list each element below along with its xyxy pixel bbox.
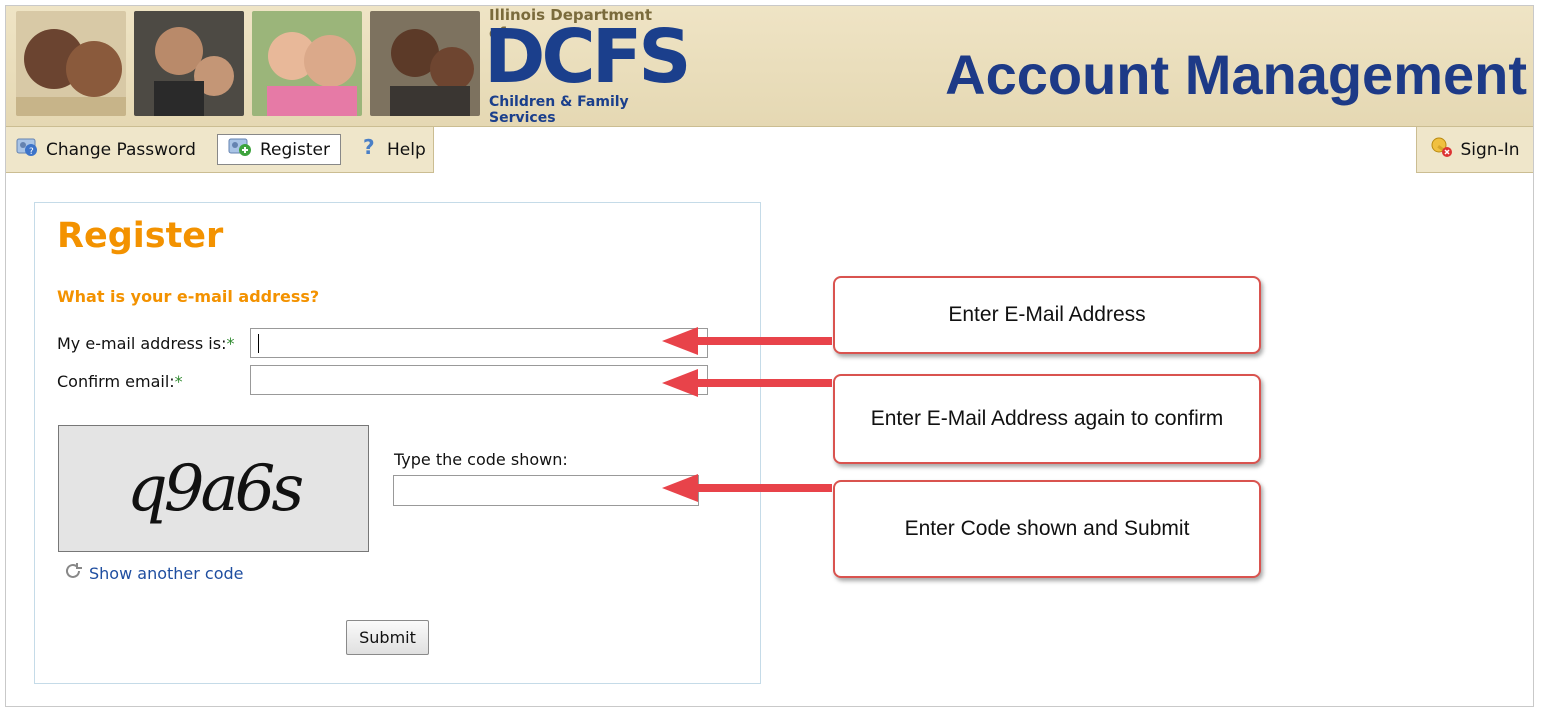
callout-confirm-text: Enter E-Mail Address again to confirm <box>870 407 1224 430</box>
svg-text:?: ? <box>363 136 375 158</box>
show-another-code-label: Show another code <box>89 563 244 583</box>
callout-email: Enter E-Mail Address <box>833 276 1261 354</box>
callout-code: Enter Code shown and Submit <box>833 480 1261 578</box>
email-question: What is your e-mail address? <box>57 287 320 306</box>
register-icon <box>228 137 252 162</box>
sign-in-icon <box>1430 136 1454 163</box>
nav-bar: ? Change Password Register ? Help Sign-I… <box>6 127 1533 173</box>
sign-in-label: Sign-In <box>1460 139 1520 160</box>
required-marker: * <box>226 334 235 353</box>
show-another-code-link[interactable]: Show another code <box>63 561 244 585</box>
nav-change-password[interactable]: ? Change Password <box>16 134 196 165</box>
submit-button[interactable]: Submit <box>346 620 429 655</box>
confirm-email-label: Confirm email:* <box>57 372 183 391</box>
help-icon: ? <box>361 135 379 163</box>
text-caret <box>258 334 259 353</box>
callout-email-text: Enter E-Mail Address <box>948 303 1146 326</box>
captcha-image: q9a6s <box>58 425 369 552</box>
code-label: Type the code shown: <box>394 450 568 469</box>
email-input[interactable] <box>250 328 708 358</box>
confirm-email-label-text: Confirm email: <box>57 372 175 391</box>
required-marker: * <box>174 372 183 391</box>
nav-change-password-label: Change Password <box>46 139 196 160</box>
dcfs-logo: Illinois Department of DCFS Children & F… <box>484 6 692 126</box>
nav-register-label: Register <box>260 139 330 160</box>
svg-text:?: ? <box>29 147 34 157</box>
change-password-icon: ? <box>16 137 38 162</box>
callout-code-text: Enter Code shown and Submit <box>904 517 1190 540</box>
nav-help[interactable]: ? Help <box>361 134 426 165</box>
nav-strip: ? Change Password Register ? Help <box>6 127 434 173</box>
nav-register[interactable]: Register <box>217 134 341 165</box>
logo-main-text: DCFS <box>484 14 692 100</box>
confirm-email-input[interactable] <box>250 365 708 395</box>
captcha-text: q9a6s <box>126 451 304 526</box>
family-photo-2 <box>134 11 244 116</box>
family-photo-3 <box>252 11 362 116</box>
header-banner: Illinois Department of DCFS Children & F… <box>6 6 1533 127</box>
register-panel: Register What is your e-mail address? My… <box>34 202 761 684</box>
callout-confirm: Enter E-Mail Address again to confirm <box>833 374 1261 464</box>
family-photo-4 <box>370 11 480 116</box>
code-input[interactable] <box>393 475 699 506</box>
register-heading: Register <box>57 216 224 256</box>
sign-in-button[interactable]: Sign-In <box>1416 127 1533 173</box>
refresh-icon <box>63 561 83 585</box>
logo-sub-text: Children & Family Services <box>489 94 629 126</box>
nav-help-label: Help <box>387 139 426 160</box>
page-title: Account Management <box>945 43 1527 106</box>
family-photo-1 <box>16 11 126 116</box>
email-label-text: My e-mail address is: <box>57 334 227 353</box>
app-window: Illinois Department of DCFS Children & F… <box>5 5 1534 707</box>
email-label: My e-mail address is:* <box>57 334 234 353</box>
